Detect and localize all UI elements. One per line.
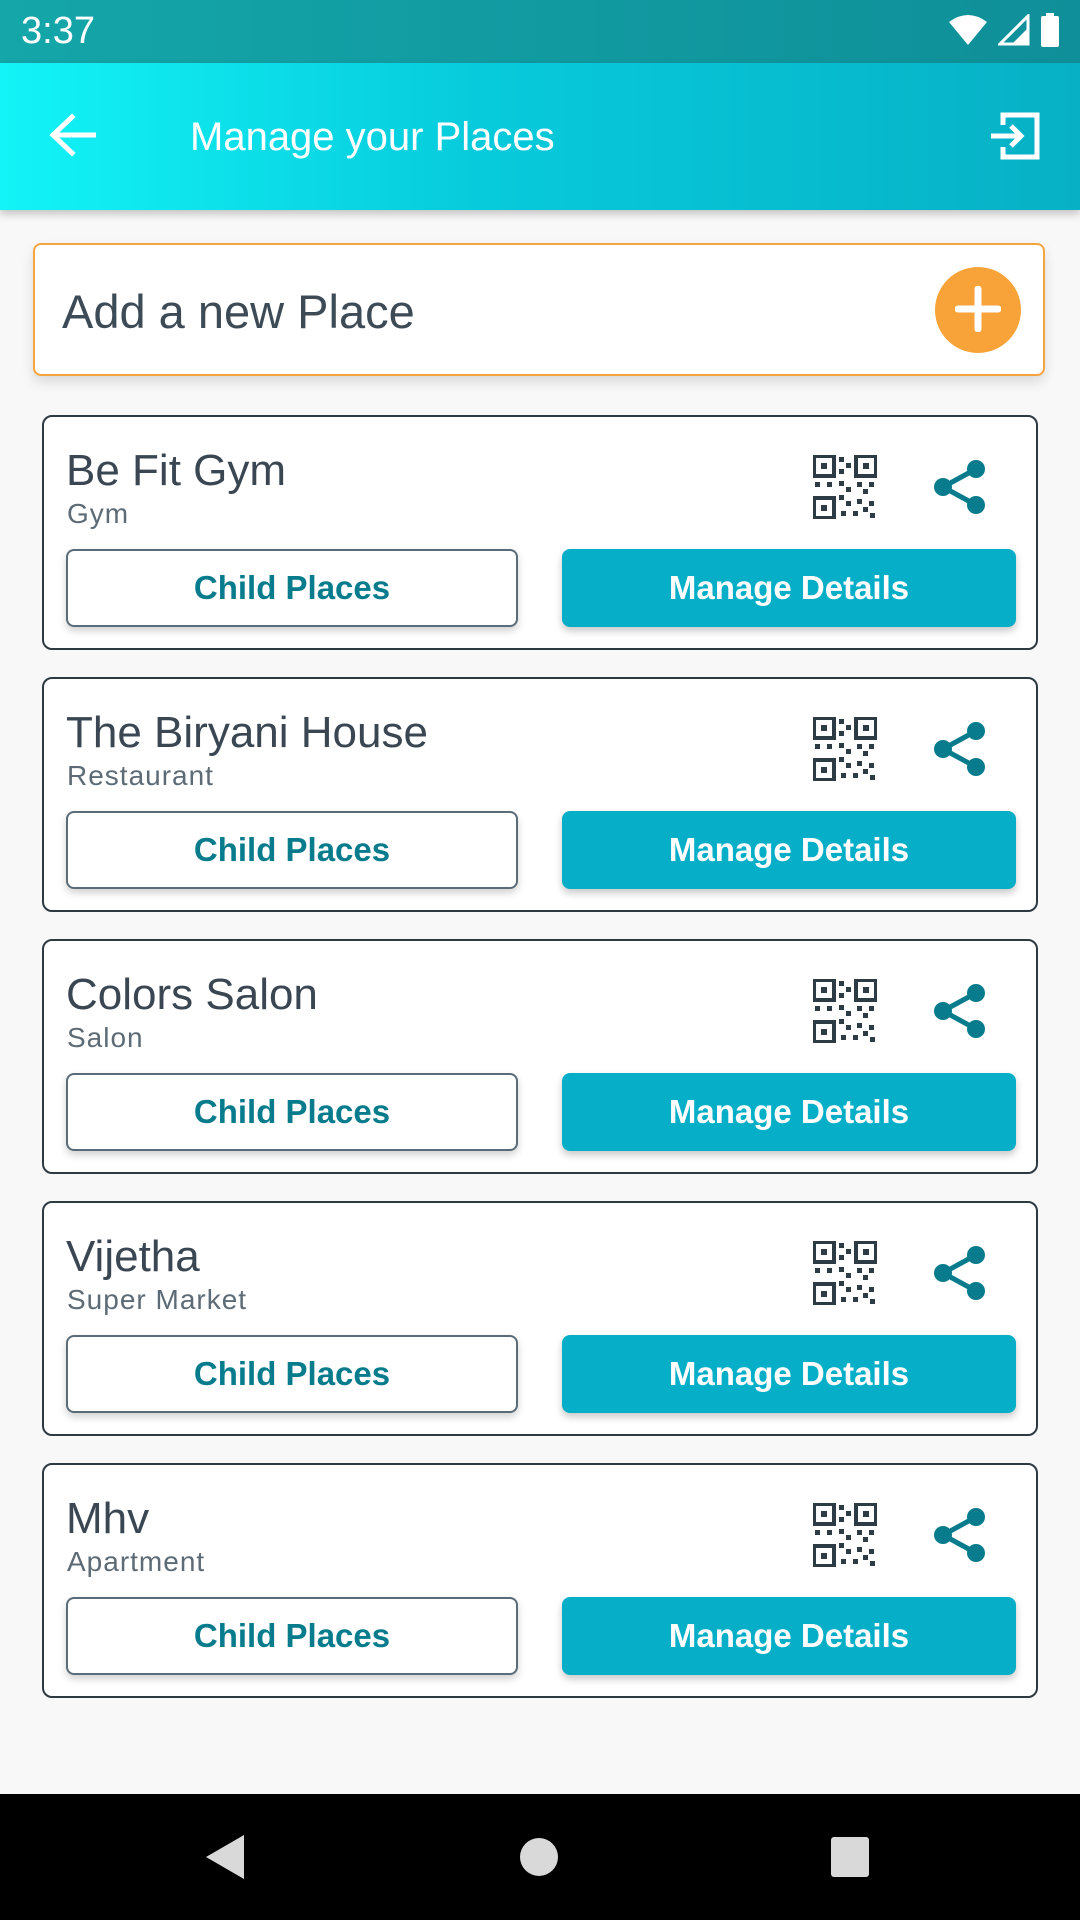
share-button[interactable] bbox=[924, 1500, 994, 1570]
share-button[interactable] bbox=[924, 1238, 994, 1308]
place-type: Restaurant bbox=[67, 760, 214, 791]
app-bar: Manage your Places bbox=[0, 63, 1080, 210]
place-name: Colors Salon bbox=[66, 970, 318, 1019]
plus-icon bbox=[954, 285, 1002, 335]
share-icon bbox=[934, 1508, 985, 1562]
place-name: Be Fit Gym bbox=[66, 446, 287, 495]
child-places-button[interactable]: Child Places bbox=[66, 549, 518, 627]
child-places-button[interactable]: Child Places bbox=[66, 1597, 518, 1675]
share-button[interactable] bbox=[924, 452, 994, 522]
qr-code-button[interactable] bbox=[810, 452, 880, 522]
share-icon bbox=[934, 984, 985, 1038]
share-icon bbox=[934, 722, 985, 776]
manage-details-button[interactable]: Manage Details bbox=[562, 1073, 1016, 1151]
qr-code-button[interactable] bbox=[810, 1238, 880, 1308]
nav-recents-icon bbox=[831, 1837, 869, 1877]
wifi-icon bbox=[948, 14, 988, 51]
nav-back-button[interactable] bbox=[200, 1831, 252, 1883]
nav-home-icon bbox=[520, 1838, 558, 1876]
qr-code-icon bbox=[813, 717, 877, 781]
manage-details-button[interactable]: Manage Details bbox=[562, 1335, 1016, 1413]
qr-code-icon bbox=[813, 1503, 877, 1567]
qr-code-button[interactable] bbox=[810, 1500, 880, 1570]
place-type: Apartment bbox=[67, 1546, 206, 1577]
place-card: Be Fit Gym Gym Child Places Manage Detai… bbox=[42, 415, 1038, 650]
share-button[interactable] bbox=[924, 976, 994, 1046]
place-type: Salon bbox=[67, 1022, 144, 1053]
place-name: Vijetha bbox=[66, 1232, 200, 1281]
share-button[interactable] bbox=[924, 714, 994, 784]
place-type: Super Market bbox=[67, 1284, 248, 1315]
place-name: The Biryani House bbox=[66, 708, 428, 757]
status-icons bbox=[948, 11, 1060, 52]
manage-details-button[interactable]: Manage Details bbox=[562, 811, 1016, 889]
nav-home-button[interactable] bbox=[517, 1831, 569, 1883]
logout-icon bbox=[989, 111, 1041, 166]
child-places-button[interactable]: Child Places bbox=[66, 1073, 518, 1151]
child-places-button[interactable]: Child Places bbox=[66, 811, 518, 889]
place-card: Mhv Apartment Child Places Manage Detail… bbox=[42, 1463, 1038, 1698]
place-card: Vijetha Super Market Child Places Manage… bbox=[42, 1201, 1038, 1436]
back-button[interactable] bbox=[40, 105, 104, 169]
place-list: Be Fit Gym Gym Child Places Manage Detai… bbox=[42, 415, 1038, 1725]
page-title: Manage your Places bbox=[190, 115, 555, 159]
arrow-back-icon bbox=[48, 112, 97, 162]
add-place-button[interactable] bbox=[935, 267, 1021, 353]
status-time: 3:37 bbox=[21, 10, 95, 52]
qr-code-icon bbox=[813, 1241, 877, 1305]
nav-recents-button[interactable] bbox=[828, 1831, 880, 1883]
place-name: Mhv bbox=[66, 1494, 150, 1543]
logout-button[interactable] bbox=[980, 103, 1050, 173]
manage-details-button[interactable]: Manage Details bbox=[562, 549, 1016, 627]
qr-code-icon bbox=[813, 455, 877, 519]
share-icon bbox=[934, 460, 985, 514]
cell-signal-icon bbox=[996, 11, 1030, 51]
place-type: Gym bbox=[67, 498, 130, 529]
qr-code-button[interactable] bbox=[810, 714, 880, 784]
qr-code-icon bbox=[813, 979, 877, 1043]
manage-details-button[interactable]: Manage Details bbox=[562, 1597, 1016, 1675]
battery-icon bbox=[1040, 12, 1060, 52]
nav-back-icon bbox=[206, 1835, 244, 1879]
status-bar: 3:37 bbox=[0, 0, 1080, 63]
place-card: Colors Salon Salon Child Places Manage D… bbox=[42, 939, 1038, 1174]
system-navigation-bar bbox=[0, 1794, 1080, 1920]
qr-code-button[interactable] bbox=[810, 976, 880, 1046]
place-card: The Biryani House Restaurant Child Place… bbox=[42, 677, 1038, 912]
share-icon bbox=[934, 1246, 985, 1300]
add-new-place-label: Add a new Place bbox=[62, 285, 415, 338]
child-places-button[interactable]: Child Places bbox=[66, 1335, 518, 1413]
add-new-place-card[interactable]: Add a new Place bbox=[33, 243, 1045, 376]
